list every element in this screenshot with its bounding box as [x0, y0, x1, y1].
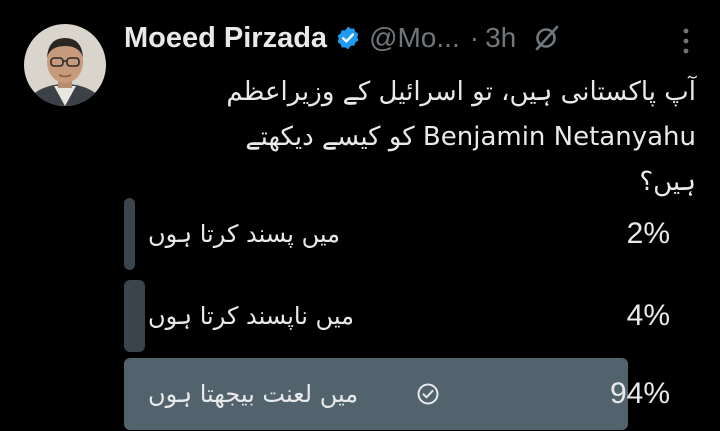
tweet-text-line: Benjamin Netanyahu کو کیسے دیکھتے: [245, 122, 696, 152]
poll-option-percent: 94%: [609, 377, 670, 410]
author-name[interactable]: Moeed Pirzada: [124, 22, 327, 55]
poll-option-percent: 4%: [626, 299, 670, 332]
poll-option-percent: 2%: [626, 217, 670, 250]
author-avatar[interactable]: [24, 24, 106, 106]
separator-dot: ·: [469, 22, 480, 53]
verified-badge-icon: [335, 25, 361, 51]
author-handle[interactable]: @Mo...: [369, 22, 460, 54]
tweet-text: آپ پاکستانی ہیں، تو اسرائیل کے وزیراعظم …: [124, 70, 696, 205]
check-circle-icon: [416, 382, 440, 406]
tweet-header: Moeed Pirzada @Mo... · 3h: [124, 16, 700, 60]
poll-option[interactable]: میں پسند کرتا ہوں 2%: [124, 198, 670, 270]
more-options-icon[interactable]: [680, 26, 692, 56]
tweet-timestamp[interactable]: 3h: [485, 22, 516, 54]
tweet: Moeed Pirzada @Mo... · 3h آپ پاکستانی ہی…: [0, 0, 720, 431]
poll-option-bar: [124, 198, 135, 270]
poll-option-label: میں پسند کرتا ہوں: [148, 220, 340, 248]
person-avatar-icon: [24, 24, 106, 106]
poll-option[interactable]: میں ناپسند کرتا ہوں 4%: [124, 280, 670, 352]
poll-option-label: میں ناپسند کرتا ہوں: [148, 302, 354, 330]
tweet-text-line: آپ پاکستانی ہیں، تو اسرائیل کے وزیراعظم: [226, 77, 696, 107]
poll-option-bar: [124, 280, 145, 352]
muted-icon: [532, 23, 562, 53]
poll-option-selected[interactable]: میں لعنت بیجھتا ہوں 94%: [124, 358, 670, 430]
poll-option-label: میں لعنت بیجھتا ہوں: [148, 380, 359, 408]
